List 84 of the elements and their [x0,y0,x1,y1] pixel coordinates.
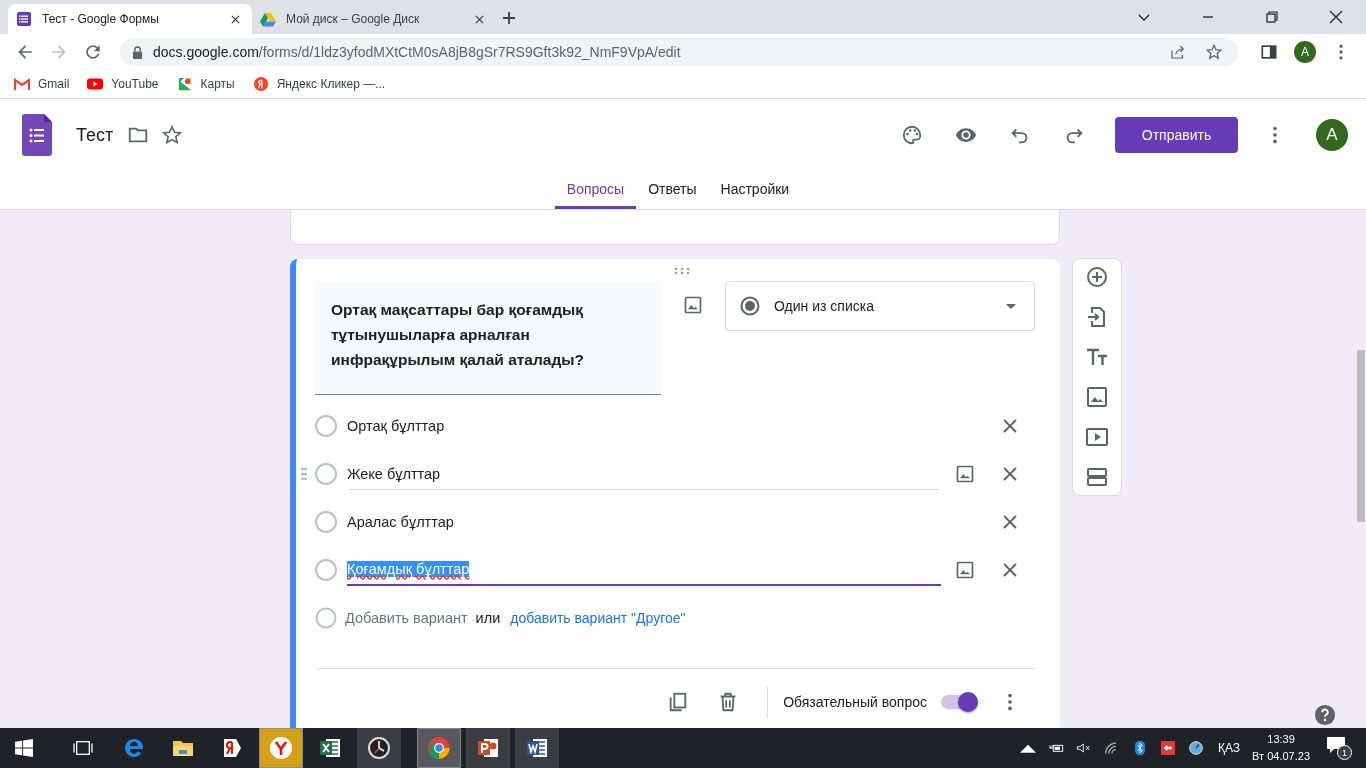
drive-icon [260,11,276,27]
account-avatar[interactable]: A [1316,119,1348,151]
radio-icon [315,607,337,629]
bookmark[interactable]: Карты [176,77,235,91]
drag-handle-icon[interactable] [674,267,690,275]
section-icon[interactable] [1085,465,1109,489]
forms-icon [16,11,32,27]
option-field[interactable]: Жеке бұлттар [347,458,941,490]
speaker-muted-icon[interactable] [1076,741,1092,755]
browser-tab[interactable]: Тест - Google Формы [8,4,252,34]
image-icon[interactable] [1085,385,1109,409]
image-icon[interactable] [955,464,975,484]
share-icon[interactable] [1169,43,1187,61]
edge-icon [122,736,146,760]
reload-icon[interactable] [83,42,103,62]
notification-button[interactable]: 1 [1326,736,1352,760]
tab-title: Тест - Google Формы [42,12,160,26]
youtube-icon [87,77,104,91]
required-label: Обязательный вопрос [783,693,927,710]
taskbar-app[interactable] [515,728,559,768]
or-text: или [475,610,501,626]
clock[interactable]: 13:39 Вт 04.07.23 [1252,731,1310,765]
windows-start-icon[interactable] [15,739,33,757]
map-pin-icon [176,77,193,91]
new-tab-icon[interactable] [502,11,516,25]
drag-handle-icon[interactable] [301,467,307,481]
remote-desktop-icon[interactable] [1160,741,1176,755]
url-text: docs.google.com/forms/d/1ldz3yfodMXtCtM0sA8jB8gSr7RS9Gft3k92_NmF9VpA/edit [153,44,681,60]
language-indicator[interactable]: ҚАЗ [1218,741,1241,755]
radio-icon [740,296,760,316]
yandex-icon [252,77,269,91]
question-field[interactable]: Ортақ мақсаттары бар қоғамдық тұтынушыларға арналған инфрақұрылым қалай аталады? [315,281,661,395]
yandex-icon [269,736,293,760]
video-icon[interactable] [1085,425,1109,449]
restore-icon[interactable] [1265,10,1279,24]
taskbar-app[interactable] [466,728,510,768]
close-icon[interactable] [1003,563,1017,577]
clock-icon [367,736,391,760]
form-title[interactable]: Тест [76,124,114,146]
excel-icon [318,736,342,760]
help-icon[interactable] [1314,704,1336,726]
browser-tab[interactable]: Мой диск – Google Диск [252,4,496,34]
add-circle-icon[interactable] [1085,265,1109,289]
lock-icon [132,45,143,59]
palette-icon[interactable] [901,124,923,146]
add-option-field[interactable]: Добавить вариант [345,610,468,626]
notification-count: 1 [1337,745,1352,760]
option-field[interactable]: Ортақ бұлттар [347,410,941,442]
bookmark[interactable]: YouTube [87,77,159,91]
close-icon[interactable] [1329,10,1343,24]
add-other-link[interactable]: добавить вариант "Другое" [510,610,686,626]
bookmark[interactable]: Gmail [14,77,70,91]
option-field[interactable]: Аралас бұлттар [347,506,941,538]
close-icon[interactable] [1003,419,1017,433]
tab-title: Мой диск – Google Диск [286,12,421,26]
close-icon[interactable] [231,14,240,24]
side-panel-icon[interactable] [1259,42,1279,62]
clock-badge-icon[interactable] [1188,741,1204,755]
star-icon[interactable] [1205,43,1223,61]
close-icon[interactable] [1003,515,1017,529]
close-icon[interactable] [475,14,484,24]
chrome-icon [427,736,451,760]
image-icon[interactable] [955,560,975,580]
image-icon[interactable] [683,295,703,315]
powerpoint-icon [476,736,500,760]
taskbar-app[interactable] [357,728,401,768]
close-icon[interactable] [1003,467,1017,481]
forms-logo-icon[interactable] [22,114,52,156]
profile-avatar[interactable]: A [1294,41,1316,63]
notification-icon [1326,736,1346,754]
question-type: Один из списка [774,298,875,314]
caret-icon [1006,303,1016,309]
bookmark[interactable]: Яндекс Кликер —... [252,77,386,91]
bluetooth-icon[interactable] [1132,741,1148,755]
form-tab[interactable]: Ответы [636,171,709,209]
question-type-dropdown[interactable]: Один из списка [725,281,1035,331]
required-toggle[interactable] [941,694,975,709]
form-tab[interactable]: Настройки [708,171,802,209]
task-view-icon[interactable] [72,739,94,757]
gmail-icon [14,77,30,91]
star-icon[interactable] [161,124,184,146]
word-icon [525,736,549,760]
send-button[interactable]: Отправить [1115,117,1238,153]
address-bar[interactable]: docs.google.com/forms/d/1ldz3yfodMXtCtM0sA8jB8gSr7RS9Gft3k92_NmF9VpA/edit [120,38,1238,66]
